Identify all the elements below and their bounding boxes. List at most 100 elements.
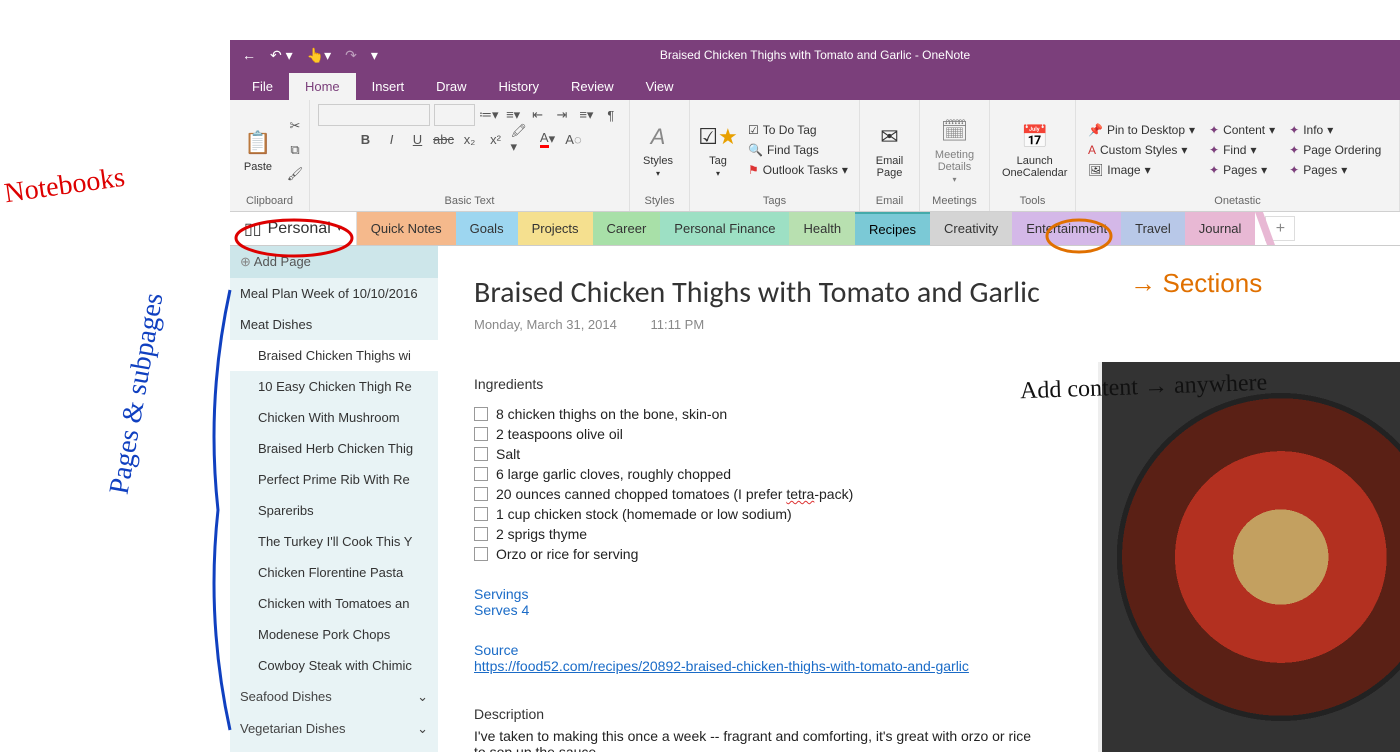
page-list-item[interactable]: Chicken with Tomatoes an [230, 588, 438, 619]
font-family-select[interactable] [318, 104, 430, 126]
info-button[interactable]: ✦Info ▾ [1285, 121, 1385, 139]
tab-history[interactable]: History [483, 73, 555, 100]
italic-button[interactable]: I [381, 128, 403, 150]
macro-icon: ✦ [1209, 123, 1219, 137]
meeting-details-button[interactable]: 🗓 Meeting Details▾ [928, 113, 981, 186]
back-icon[interactable]: ← [242, 47, 256, 63]
section-tab-quick-notes[interactable]: Quick Notes [357, 212, 456, 245]
page-list-item[interactable]: Chicken With Mushroom [230, 402, 438, 433]
tab-insert[interactable]: Insert [356, 73, 421, 100]
find-tags-button[interactable]: 🔍Find Tags [744, 141, 852, 159]
superscript-button[interactable]: x² [485, 128, 507, 150]
email-page-button[interactable]: ✉ Email Page [868, 119, 911, 181]
section-tab-creativity[interactable]: Creativity [930, 212, 1012, 245]
ingredient-text[interactable]: 2 sprigs thyme [496, 526, 587, 542]
page-list-item[interactable]: Chicken Florentine Pasta [230, 557, 438, 588]
strikethrough-button[interactable]: abc [433, 128, 455, 150]
description-text[interactable]: I've taken to making this once a week --… [474, 728, 1034, 752]
pages-button[interactable]: ✦Pages ▾ [1205, 161, 1279, 179]
tab-draw[interactable]: Draw [420, 73, 482, 100]
source-link[interactable]: https://food52.com/recipes/20892-braised… [474, 658, 969, 674]
page-date[interactable]: Monday, March 31, 2014 [474, 317, 617, 332]
copy-button[interactable]: ⧉ [284, 139, 306, 161]
page-list-item[interactable]: Cowboy Steak with Chimic [230, 650, 438, 681]
checkbox-icon[interactable] [474, 447, 488, 461]
page-group[interactable]: Vegetarian Dishes⌄ [230, 713, 438, 745]
section-tab-goals[interactable]: Goals [456, 212, 518, 245]
font-color-button[interactable]: A▾ [537, 128, 559, 150]
paste-button[interactable]: 📋 Paste [238, 125, 278, 175]
todo-tag-button[interactable]: ☑To Do Tag [744, 121, 852, 139]
section-tab-personal-finance[interactable]: Personal Finance [660, 212, 789, 245]
redo-icon[interactable]: ↷ [345, 47, 357, 64]
ingredient-text[interactable]: 6 large garlic cloves, roughly chopped [496, 466, 731, 482]
undo-icon[interactable]: ↶ ▾ [270, 47, 293, 64]
tab-view[interactable]: View [630, 73, 690, 100]
ingredient-text[interactable]: 8 chicken thighs on the bone, skin-on [496, 406, 727, 422]
ingredient-text[interactable]: 1 cup chicken stock (homemade or low sod… [496, 506, 792, 522]
pin-to-desktop-button[interactable]: 📌Pin to Desktop ▾ [1084, 121, 1199, 139]
font-size-select[interactable] [434, 104, 475, 126]
add-page-button[interactable]: Add Page [230, 246, 438, 278]
outlook-tasks-button[interactable]: ⚑Outlook Tasks ▾ [744, 161, 852, 179]
ingredient-text[interactable]: Salt [496, 446, 520, 462]
page-list-item[interactable]: Perfect Prime Rib With Re [230, 464, 438, 495]
envelope-icon: ✉ [874, 121, 906, 153]
touch-mode-icon[interactable]: 👆▾ [307, 47, 331, 64]
section-tab-health[interactable]: Health [789, 212, 855, 245]
tag-button[interactable]: ☑★ Tag▾ [698, 119, 738, 180]
section-tab-entertainment[interactable]: Entertainment [1012, 212, 1121, 245]
format-painter-button[interactable]: 🖌 [284, 163, 306, 185]
pages2-button[interactable]: ✦Pages ▾ [1285, 161, 1385, 179]
page-ordering-button[interactable]: ✦Page Ordering [1285, 141, 1385, 159]
page-title[interactable]: Braised Chicken Thighs with Tomato and G… [474, 274, 1364, 311]
ingredient-text[interactable]: Orzo or rice for serving [496, 546, 638, 562]
checkbox-icon[interactable] [474, 407, 488, 421]
page-list-item[interactable]: Braised Chicken Thighs wi [230, 340, 438, 371]
tab-file[interactable]: File [236, 73, 289, 100]
section-tab-recipes[interactable]: Recipes [855, 212, 930, 245]
checkbox-icon[interactable] [474, 527, 488, 541]
find-button[interactable]: ✦Find ▾ [1205, 141, 1279, 159]
page-list-item[interactable]: Modenese Pork Chops [230, 619, 438, 650]
checkbox-icon[interactable] [474, 507, 488, 521]
page-group[interactable]: Seafood Dishes⌄ [230, 681, 438, 713]
image-button[interactable]: 🖼Image ▾ [1084, 161, 1199, 179]
ingredient-text[interactable]: 2 teaspoons olive oil [496, 426, 623, 442]
page-list-item[interactable]: Meat Dishes [230, 309, 438, 340]
section-tab-journal[interactable]: Journal [1185, 212, 1256, 245]
notebook-selector[interactable]: ▯▯ Personal ▾ [230, 212, 357, 245]
section-tab-projects[interactable]: Projects [518, 212, 593, 245]
underline-button[interactable]: U [407, 128, 429, 150]
page-time[interactable]: 11:11 PM [650, 317, 704, 332]
subscript-button[interactable]: x₂ [459, 128, 481, 150]
paragraph-spacing-button[interactable]: ¶ [601, 104, 621, 126]
styles-button[interactable]: A Styles▾ [638, 119, 678, 180]
custom-styles-button[interactable]: ACustom Styles ▾ [1084, 141, 1199, 159]
bullets-button[interactable]: ≔▾ [479, 104, 499, 126]
bold-button[interactable]: B [355, 128, 377, 150]
page-list-item[interactable]: The Turkey I'll Cook This Y [230, 526, 438, 557]
launch-onecalendar-button[interactable]: 📅 Launch OneCalendar [998, 119, 1071, 181]
highlight-button[interactable]: 🖍▾ [511, 128, 533, 150]
checkbox-icon[interactable] [474, 427, 488, 441]
section-tab-travel[interactable]: Travel [1121, 212, 1185, 245]
recipe-photo[interactable] [1098, 362, 1400, 752]
ingredient-text[interactable]: 20 ounces canned chopped tomatoes (I pre… [496, 486, 853, 502]
section-tab-career[interactable]: Career [593, 212, 661, 245]
cut-button[interactable]: ✂ [284, 115, 306, 137]
checkbox-icon[interactable] [474, 547, 488, 561]
clear-formatting-button[interactable]: A◌ [563, 128, 585, 150]
tab-review[interactable]: Review [555, 73, 630, 100]
content-button[interactable]: ✦Content ▾ [1205, 121, 1279, 139]
align-button[interactable]: ≡▾ [576, 104, 596, 126]
qat-more-icon[interactable]: ▾ [371, 47, 378, 64]
checkbox-icon[interactable] [474, 487, 488, 501]
page-list-item[interactable]: Braised Herb Chicken Thig [230, 433, 438, 464]
page-list-item[interactable]: Spareribs [230, 495, 438, 526]
tab-home[interactable]: Home [289, 73, 356, 100]
indent-button[interactable]: ⇥ [552, 104, 572, 126]
checkbox-icon[interactable] [474, 467, 488, 481]
page-list-item[interactable]: 10 Easy Chicken Thigh Re [230, 371, 438, 402]
page-list-item[interactable]: Meal Plan Week of 10/10/2016 [230, 278, 438, 309]
